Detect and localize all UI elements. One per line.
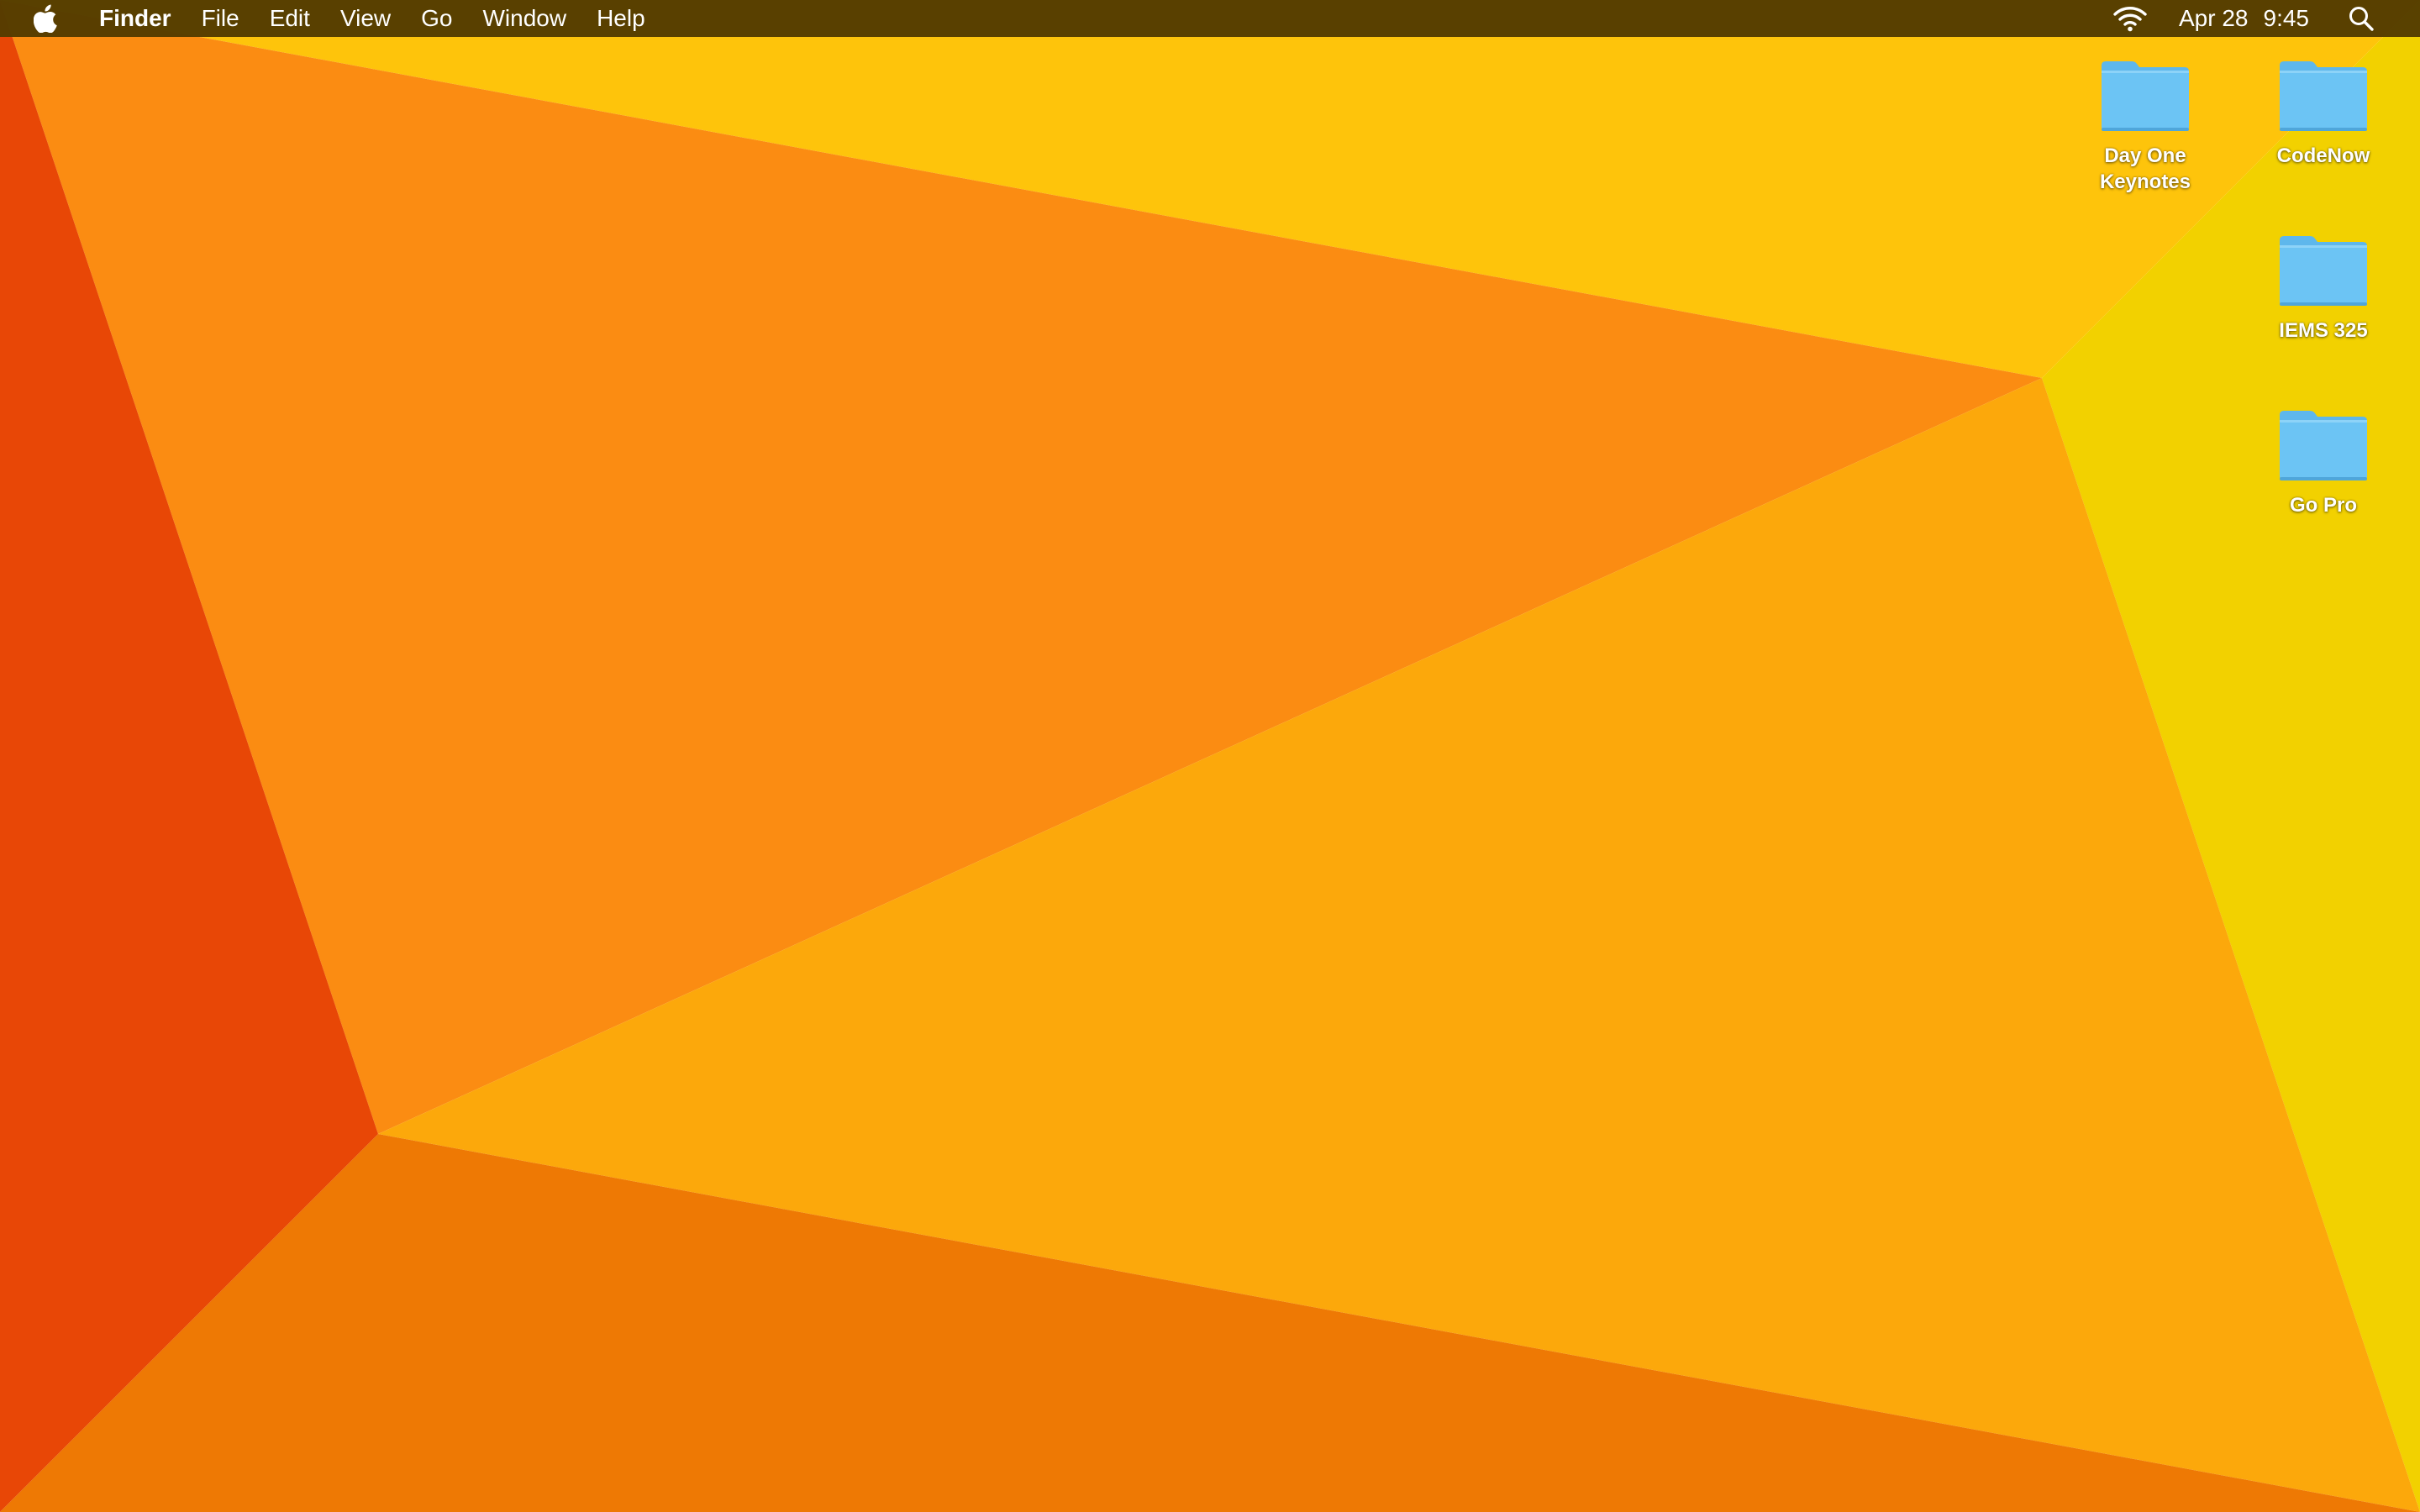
desktop-item-iems-325[interactable]: IEMS 325 [2244, 234, 2403, 344]
desktop-item-go-pro[interactable]: Go Pro [2244, 408, 2403, 518]
wifi-icon[interactable] [2105, 0, 2155, 37]
folder-icon [2102, 61, 2189, 131]
desktop-item-label: Go Pro [2289, 494, 2357, 517]
menu-app-finder[interactable]: Finder [91, 0, 187, 37]
desktop-item-label: Day One Keynotes [2099, 144, 2191, 193]
menu-view[interactable]: View [325, 0, 406, 37]
desktop-item-label: CodeNow [2276, 144, 2370, 167]
wallpaper [0, 0, 2420, 1512]
menu-bar: Finder File Edit View Go Window Help Apr… [0, 0, 2420, 37]
apple-logo-icon[interactable] [32, 2, 60, 35]
clock-time: 9:45 [2263, 5, 2310, 31]
desktop[interactable]: Finder File Edit View Go Window Help Apr… [0, 0, 2420, 1512]
menu-file[interactable]: File [187, 0, 255, 37]
desktop-item-day-one-keynotes[interactable]: Day One Keynotes [2065, 59, 2225, 195]
folder-icon [2280, 236, 2367, 306]
menu-bar-left: Finder File Edit View Go Window Help [0, 0, 660, 37]
desktop-item-label: IEMS 325 [2279, 319, 2368, 342]
search-icon[interactable] [2344, 0, 2378, 37]
menu-edit[interactable]: Edit [255, 0, 325, 37]
menu-bar-status-area: Apr 28 9:45 [2105, 0, 2420, 37]
desktop-item-codenow[interactable]: CodeNow [2244, 59, 2403, 169]
folder-icon [2280, 61, 2367, 131]
menu-bar-clock[interactable]: Apr 28 9:45 [2179, 0, 2309, 37]
menu-window[interactable]: Window [467, 0, 581, 37]
menu-help[interactable]: Help [581, 0, 660, 37]
clock-date: Apr 28 [2179, 5, 2249, 31]
menu-go[interactable]: Go [406, 0, 467, 37]
folder-icon [2280, 411, 2367, 480]
